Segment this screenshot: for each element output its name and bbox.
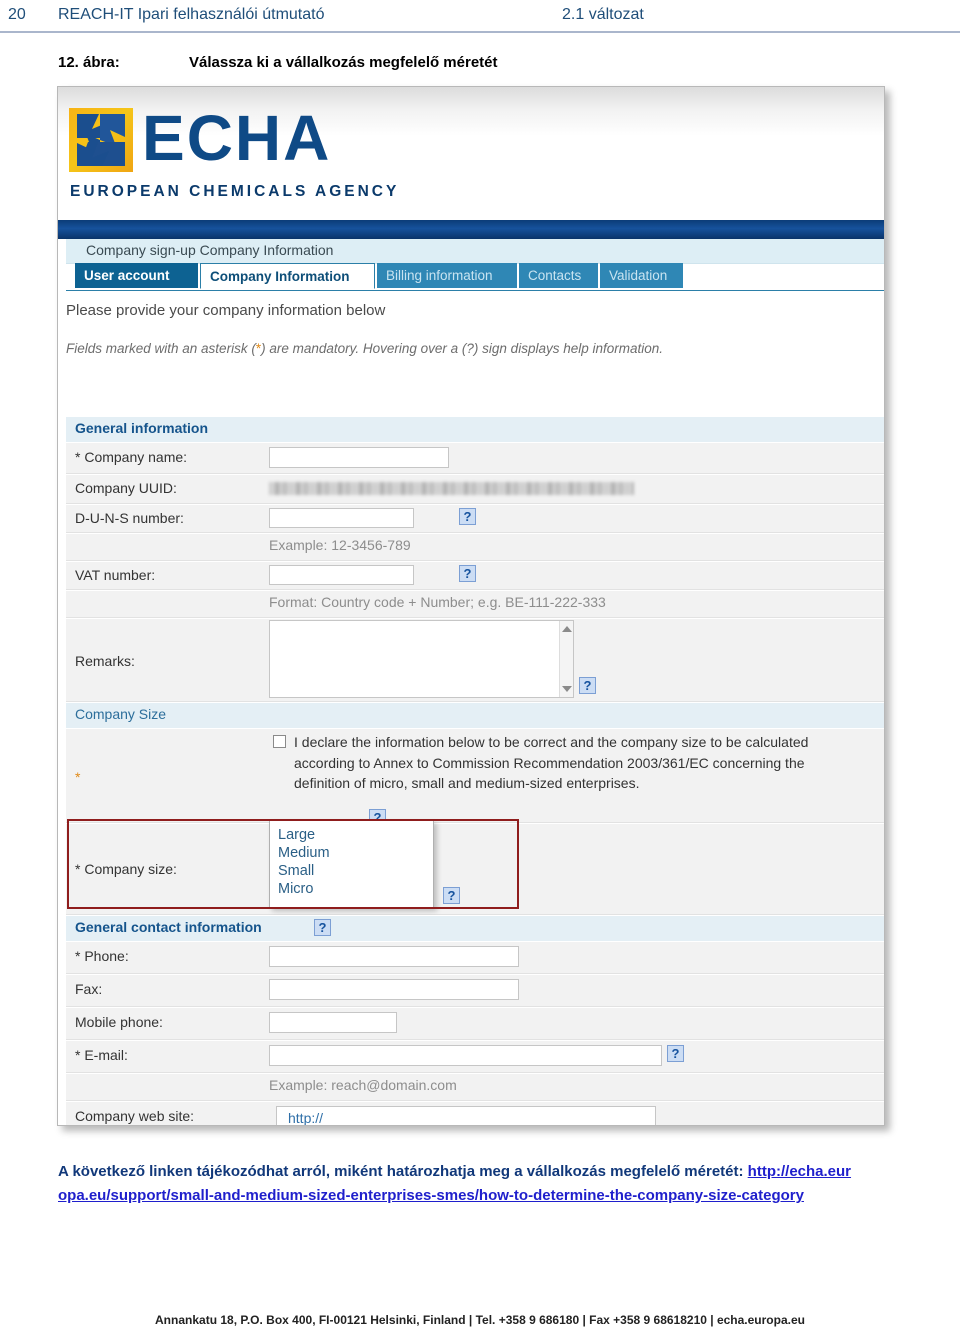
- checkbox-size-declaration[interactable]: [273, 735, 286, 748]
- dropdown-company-size[interactable]: Large Medium Small Micro: [269, 820, 434, 908]
- label-website: Company web site:: [75, 1108, 195, 1124]
- option-small[interactable]: Small: [270, 862, 433, 880]
- textarea-remarks[interactable]: [269, 620, 574, 698]
- option-large[interactable]: Large: [270, 826, 433, 844]
- row-email-hint: Example: reach@domain.com: [66, 1073, 884, 1101]
- option-micro[interactable]: Micro: [270, 880, 433, 898]
- tab-validation[interactable]: Validation: [600, 263, 683, 288]
- input-company-name[interactable]: [269, 447, 449, 468]
- label-fax: Fax:: [75, 981, 103, 997]
- echa-subtitle: EUROPEAN CHEMICALS AGENCY: [70, 183, 400, 200]
- row-vat-number: VAT number: ?: [66, 561, 884, 590]
- label-mobile-phone: Mobile phone:: [75, 1014, 163, 1030]
- tab-billing-information[interactable]: Billing information: [377, 263, 517, 288]
- figure-caption-text: Válassza ki a vállalkozás megfelelő mére…: [189, 54, 498, 71]
- label-phone: * Phone:: [75, 948, 129, 964]
- label-company-size: * Company size:: [75, 861, 177, 877]
- row-fax: Fax:: [66, 974, 884, 1007]
- screenshot-frame: ECHA EUROPEAN CHEMICALS AGENCY Company s…: [57, 86, 885, 1126]
- input-duns-number[interactable]: [269, 508, 414, 528]
- label-size-declaration: I declare the information below to be co…: [294, 734, 809, 791]
- hint-email: Example: reach@domain.com: [269, 1077, 457, 1093]
- document-title: REACH-IT Ipari felhasználói útmutató: [58, 6, 325, 23]
- figure-caption: 12. ábra: Válassza ki a vállalkozás megf…: [58, 54, 878, 78]
- label-company-uuid: Company UUID:: [75, 480, 177, 496]
- row-vat-hint: Format: Country code + Number; e.g. BE-1…: [66, 590, 884, 618]
- hint-vat-number: Format: Country code + Number; e.g. BE-1…: [269, 594, 606, 610]
- section-general-contact-information-label: General contact information: [75, 919, 262, 935]
- row-duns-hint: Example: 12-3456-789: [66, 533, 884, 561]
- row-website: Company web site: http://: [66, 1101, 884, 1126]
- label-remarks: Remarks:: [75, 653, 135, 669]
- site-nav-bar: [58, 220, 884, 239]
- help-icon-general-contact[interactable]: ?: [314, 919, 331, 936]
- option-medium[interactable]: Medium: [270, 844, 433, 862]
- figure-number: 12. ábra:: [58, 54, 120, 71]
- page-number: 20: [8, 6, 26, 23]
- required-marker-declaration: *: [75, 769, 81, 785]
- input-email[interactable]: [269, 1045, 662, 1066]
- page-footer: Annankatu 18, P.O. Box 400, FI-00121 Hel…: [155, 1313, 805, 1327]
- echa-logo-icon: [69, 108, 133, 172]
- help-icon-remarks[interactable]: ?: [579, 677, 596, 694]
- label-email: * E-mail:: [75, 1047, 128, 1063]
- row-phone: * Phone:: [66, 941, 884, 974]
- row-company-size: * Company size: ? Large Medium Small Mic…: [66, 820, 884, 915]
- tab-user-account[interactable]: User account: [75, 263, 198, 288]
- row-mobile-phone: Mobile phone:: [66, 1007, 884, 1040]
- breadcrumb: Company sign-up Company Information: [66, 239, 884, 264]
- body-paragraph: A következő linken tájékozódhat arról, m…: [58, 1160, 858, 1208]
- help-icon-duns[interactable]: ?: [459, 508, 476, 525]
- input-website[interactable]: [276, 1106, 656, 1125]
- scroll-up-icon[interactable]: [562, 626, 572, 632]
- input-mobile-phone[interactable]: [269, 1012, 397, 1033]
- header-divider: [0, 31, 960, 33]
- breadcrumb-text: Company sign-up Company Information: [86, 242, 334, 258]
- section-company-size-label: Company Size: [75, 706, 167, 722]
- input-fax[interactable]: [269, 979, 519, 1000]
- tab-company-information[interactable]: Company Information: [200, 263, 375, 289]
- tab-bar: User account Company Information Billing…: [66, 263, 884, 291]
- row-email: * E-mail: ?: [66, 1040, 884, 1073]
- intro-line-2: Fields marked with an asterisk (*) are m…: [66, 341, 663, 356]
- remarks-scrollbar[interactable]: [559, 621, 573, 697]
- row-company-uuid: Company UUID:: [66, 474, 884, 504]
- intro-line-2-part-a: Fields marked with an asterisk (: [66, 341, 256, 356]
- label-vat-number: VAT number:: [75, 567, 156, 583]
- input-phone[interactable]: [269, 946, 519, 967]
- page-header: 20 REACH-IT Ipari felhasználói útmutató …: [0, 0, 960, 33]
- row-company-name: * Company name:: [66, 442, 884, 474]
- help-icon-email[interactable]: ?: [667, 1045, 684, 1062]
- section-company-size: Company Size: [66, 702, 884, 728]
- help-icon-company-size[interactable]: ?: [443, 887, 460, 904]
- echa-wordmark: ECHA: [142, 102, 332, 174]
- body-paragraph-lead: A következő linken tájékozódhat arról, m…: [58, 1163, 748, 1180]
- intro-line-2-part-b: ) are mandatory. Hovering over a (?) sig…: [261, 341, 664, 356]
- row-duns-number: D-U-N-S number: ?: [66, 504, 884, 533]
- section-general-information: General information: [66, 416, 884, 442]
- tab-contacts[interactable]: Contacts: [519, 263, 598, 288]
- document-version: 2.1 változat: [562, 6, 644, 23]
- hint-duns-number: Example: 12-3456-789: [269, 537, 411, 553]
- row-size-declaration: * I declare the information below to be …: [66, 728, 884, 826]
- value-website: http://: [288, 1110, 324, 1126]
- echa-branding-band: ECHA EUROPEAN CHEMICALS AGENCY: [58, 87, 884, 239]
- section-general-information-label: General information: [75, 420, 209, 436]
- label-duns-number: D-U-N-S number:: [75, 510, 184, 526]
- row-remarks: Remarks: ?: [66, 618, 884, 702]
- label-company-name: * Company name:: [75, 449, 188, 465]
- intro-line-1: Please provide your company information …: [66, 302, 386, 319]
- help-icon-vat[interactable]: ?: [459, 565, 476, 582]
- scroll-down-icon[interactable]: [562, 686, 572, 692]
- value-company-uuid-redacted: [269, 482, 634, 495]
- section-general-contact-information: General contact information ?: [66, 915, 884, 941]
- company-information-form: General information * Company name: Comp…: [66, 416, 884, 1126]
- input-vat-number[interactable]: [269, 565, 414, 585]
